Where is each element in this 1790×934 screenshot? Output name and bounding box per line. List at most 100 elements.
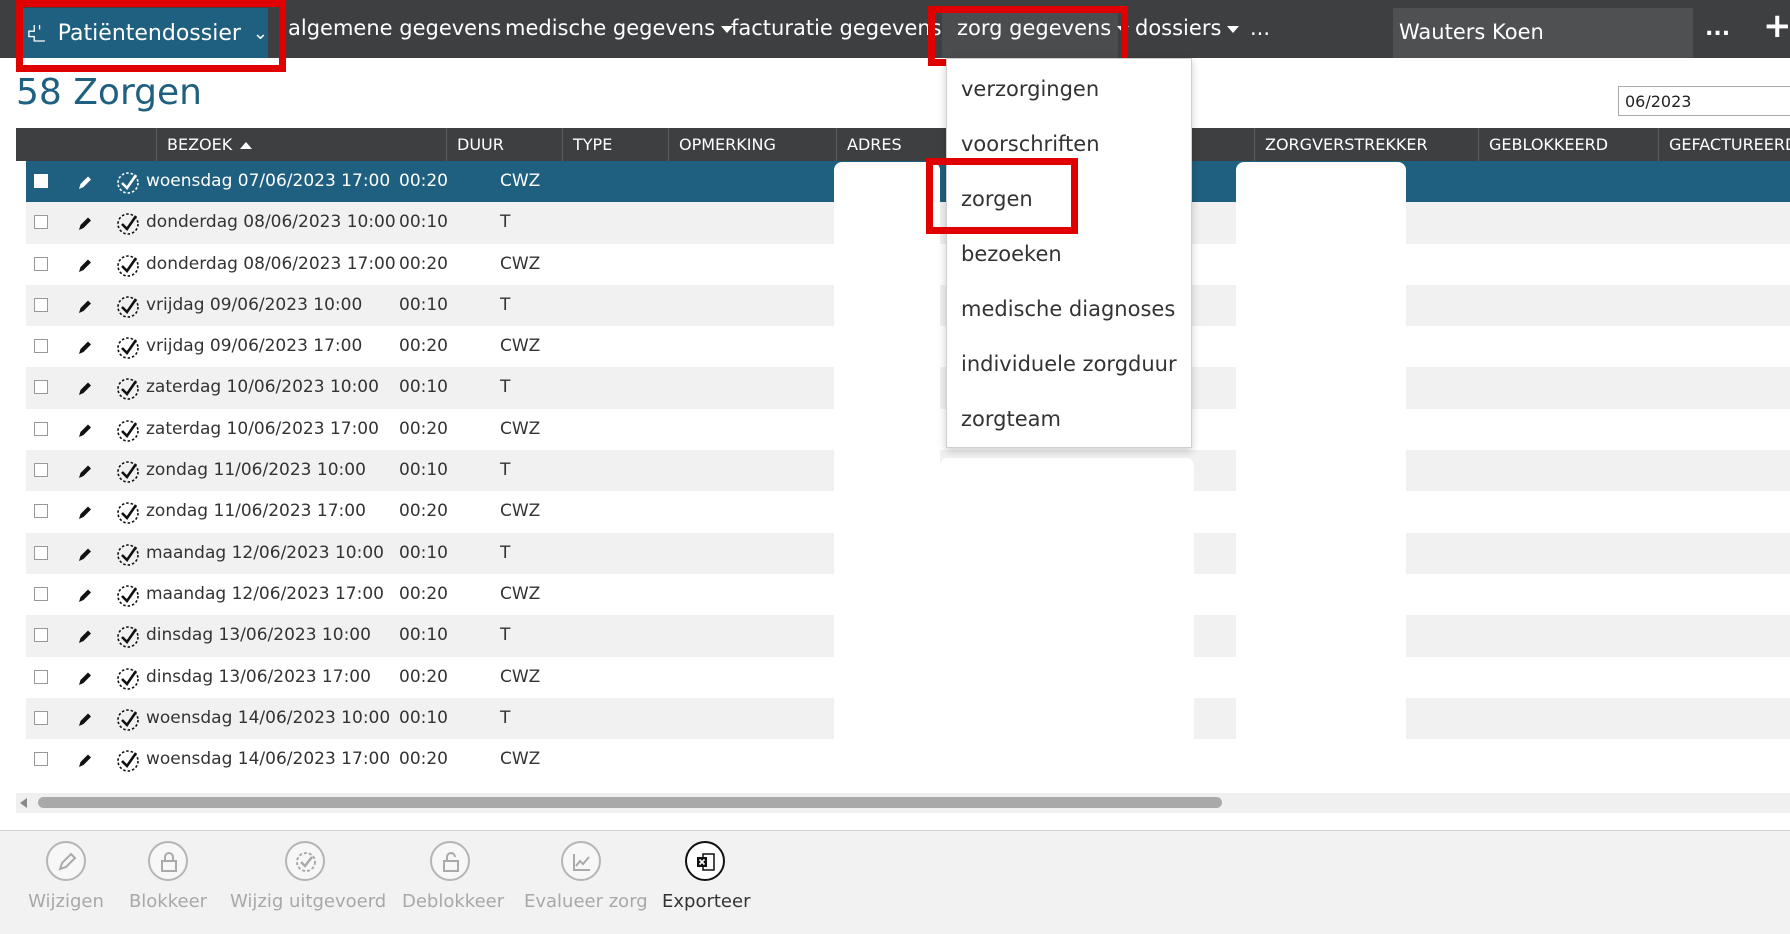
row-checkbox[interactable] xyxy=(34,504,48,519)
more-options-button[interactable]: ... xyxy=(1705,16,1730,41)
header-type[interactable]: TYPE xyxy=(562,128,668,161)
header-label: TYPE xyxy=(573,135,613,154)
row-checkbox[interactable] xyxy=(34,669,48,684)
menu-item-medische-diagnoses[interactable]: medische diagnoses xyxy=(961,297,1175,321)
check-done-icon[interactable] xyxy=(114,293,142,321)
header-gefactureerd[interactable]: GEFACTUREERD xyxy=(1658,128,1790,161)
scroll-left-icon[interactable] xyxy=(20,798,27,808)
cell-duur: 00:20 xyxy=(399,749,448,770)
nav-medische-gegevens[interactable]: medische gegevens xyxy=(505,16,734,40)
row-checkbox[interactable] xyxy=(34,586,48,601)
table-header: BEZOEK DUUR TYPE OPMERKING ADRES ZORGVER… xyxy=(16,128,1790,161)
header-zorgverstrekker[interactable]: ZORGVERSTREKKER xyxy=(1254,128,1478,161)
check-done-icon[interactable] xyxy=(114,375,142,403)
check-done-icon[interactable] xyxy=(114,665,142,693)
pencil-icon[interactable] xyxy=(74,584,96,606)
exporteer-button[interactable]: Exporteer xyxy=(662,841,751,912)
row-checkbox[interactable] xyxy=(34,421,48,436)
header-bezoek[interactable]: BEZOEK xyxy=(156,128,446,161)
row-checkbox[interactable] xyxy=(34,752,48,767)
check-done-icon[interactable] xyxy=(114,417,142,445)
pencil-icon[interactable] xyxy=(74,336,96,358)
pencil-icon[interactable] xyxy=(74,749,96,771)
header-duur[interactable]: DUUR xyxy=(446,128,562,161)
evalueer-zorg-button[interactable]: Evalueer zorg xyxy=(524,841,648,912)
check-done-icon[interactable] xyxy=(114,582,142,610)
cell-type: CWZ xyxy=(500,501,541,522)
pencil-icon[interactable] xyxy=(74,171,96,193)
blokkeer-button[interactable]: Blokkeer xyxy=(124,841,212,912)
user-name-box[interactable]: Wauters Koen xyxy=(1393,8,1693,58)
wijzig-uitgevoerd-button[interactable]: Wijzig uitgevoerd xyxy=(230,841,386,912)
cell-bezoek: vrijdag 09/06/2023 17:00 xyxy=(146,336,363,357)
pencil-icon[interactable] xyxy=(74,501,96,523)
sort-ascending-icon xyxy=(240,142,253,149)
button-label: Evalueer zorg xyxy=(524,891,648,912)
check-done-icon[interactable] xyxy=(114,210,142,238)
pencil-icon[interactable] xyxy=(74,254,96,276)
pencil-icon[interactable] xyxy=(74,543,96,565)
header-geblokkeerd[interactable]: GEBLOKKEERD xyxy=(1478,128,1658,161)
check-done-icon[interactable] xyxy=(114,334,142,362)
cell-duur: 00:10 xyxy=(399,212,448,233)
month-filter-input[interactable] xyxy=(1618,86,1790,116)
header-label: GEFACTUREERD xyxy=(1669,135,1790,154)
row-checkbox[interactable] xyxy=(34,215,48,230)
check-done-icon[interactable] xyxy=(114,623,142,651)
row-checkbox[interactable] xyxy=(34,710,48,725)
cell-type: CWZ xyxy=(500,253,541,274)
cell-bezoek: maandag 12/06/2023 17:00 xyxy=(146,583,384,604)
lock-icon xyxy=(161,852,177,872)
highlight-patient-dossier xyxy=(16,0,286,72)
header-opmerking[interactable]: OPMERKING xyxy=(668,128,836,161)
nav-more[interactable]: ... xyxy=(1250,16,1270,40)
pencil-icon[interactable] xyxy=(74,377,96,399)
cell-duur: 00:20 xyxy=(399,171,448,191)
menu-item-bezoeken[interactable]: bezoeken xyxy=(961,242,1062,266)
deblokkeer-button[interactable]: Deblokkeer xyxy=(402,841,504,912)
pencil-icon[interactable] xyxy=(74,295,96,317)
wijzigen-button[interactable]: Wijzigen xyxy=(22,841,110,912)
check-done-icon[interactable] xyxy=(114,169,142,197)
highlight-zorg-gegevens xyxy=(928,6,1128,66)
check-done-icon[interactable] xyxy=(114,541,142,569)
nav-label: algemene gegevens xyxy=(288,16,502,40)
button-label: Exporteer xyxy=(662,891,751,912)
pencil-icon[interactable] xyxy=(74,460,96,482)
nav-dossiers[interactable]: dossiers xyxy=(1135,16,1240,40)
row-checkbox[interactable] xyxy=(34,463,48,478)
row-checkbox[interactable] xyxy=(34,339,48,354)
menu-item-zorgteam[interactable]: zorgteam xyxy=(961,407,1061,431)
pencil-icon[interactable] xyxy=(74,625,96,647)
cell-type: CWZ xyxy=(500,171,541,191)
row-checkbox[interactable] xyxy=(34,174,48,188)
row-checkbox[interactable] xyxy=(34,297,48,312)
row-checkbox[interactable] xyxy=(34,545,48,560)
action-toolbar: Wijzigen Blokkeer Wijzig uitgevoerd Debl… xyxy=(0,830,1790,934)
horizontal-scrollbar[interactable] xyxy=(16,793,1790,813)
pencil-icon[interactable] xyxy=(74,708,96,730)
cell-duur: 00:20 xyxy=(399,336,448,357)
row-checkbox[interactable] xyxy=(34,256,48,271)
row-checkbox[interactable] xyxy=(34,628,48,643)
check-done-icon[interactable] xyxy=(114,747,142,775)
check-done-icon[interactable] xyxy=(114,458,142,486)
check-done-icon[interactable] xyxy=(114,706,142,734)
nav-facturatie-gegevens[interactable]: facturatie gegevens xyxy=(731,16,942,40)
scrollbar-thumb[interactable] xyxy=(38,797,1222,808)
add-button[interactable]: + xyxy=(1763,6,1790,46)
check-done-icon[interactable] xyxy=(114,252,142,280)
cell-bezoek: dinsdag 13/06/2023 10:00 xyxy=(146,625,371,646)
menu-item-voorschriften[interactable]: voorschriften xyxy=(961,132,1100,156)
check-done-icon[interactable] xyxy=(114,499,142,527)
pencil-icon[interactable] xyxy=(74,667,96,689)
pencil-icon[interactable] xyxy=(74,212,96,234)
pencil-icon[interactable] xyxy=(74,419,96,441)
page-title: 58 Zorgen xyxy=(16,72,202,113)
menu-item-individuele-zorgduur[interactable]: individuele zorgduur xyxy=(961,352,1177,376)
row-checkbox[interactable] xyxy=(34,380,48,395)
nav-algemene-gegevens[interactable]: algemene gegevens xyxy=(288,16,501,40)
menu-item-verzorgingen[interactable]: verzorgingen xyxy=(961,77,1099,101)
zorg-gegevens-dropdown: verzorgingen voorschriften zorgen bezoek… xyxy=(946,58,1192,448)
cell-duur: 00:20 xyxy=(399,666,448,687)
